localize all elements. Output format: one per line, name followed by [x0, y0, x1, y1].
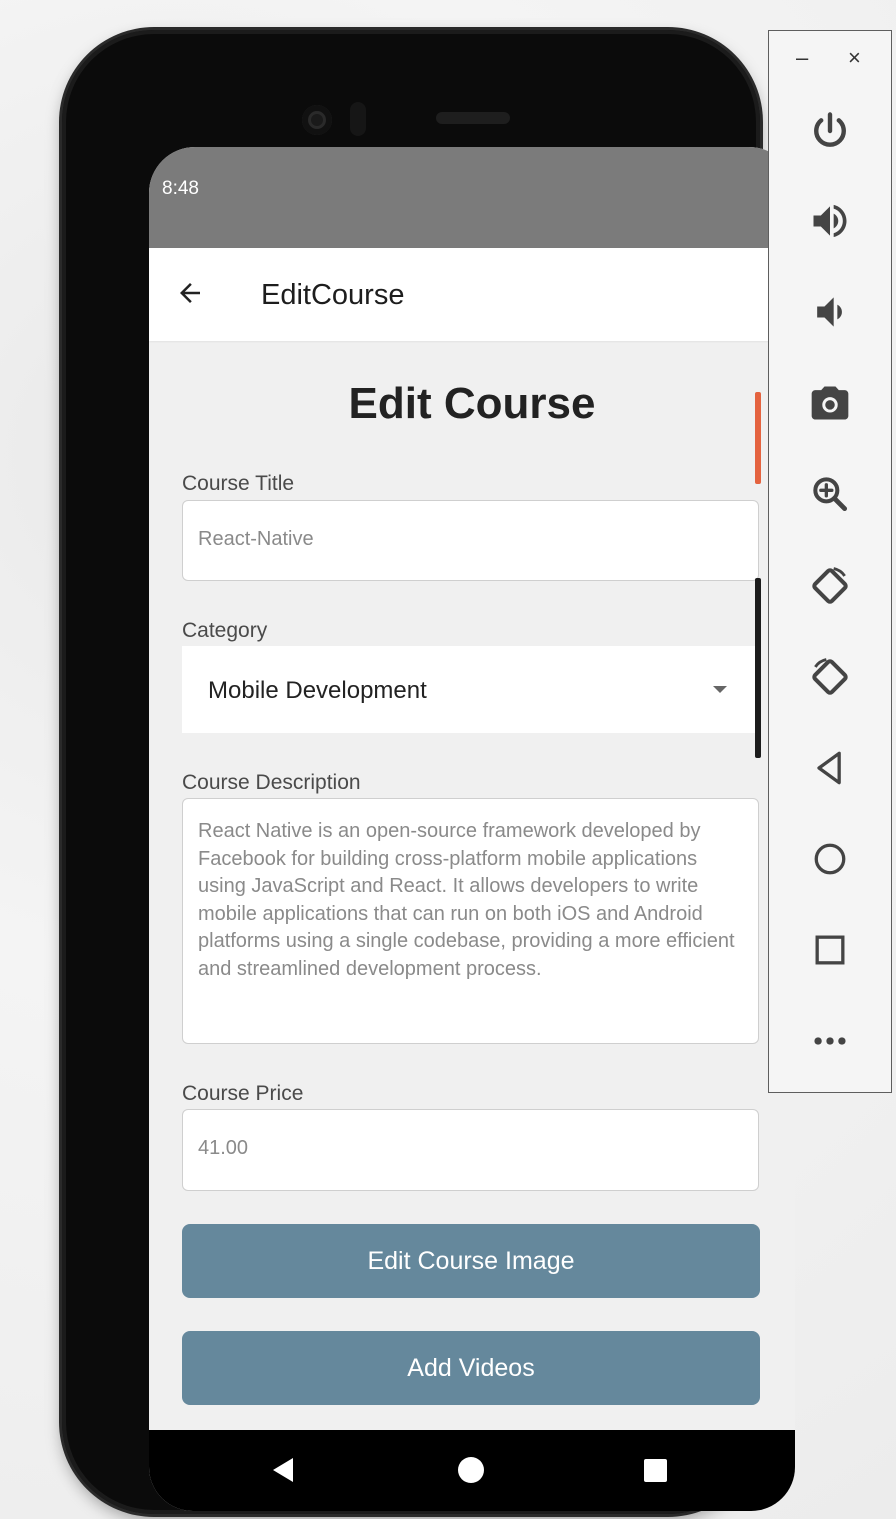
overview-icon: [815, 935, 845, 965]
screenshot-button[interactable]: [805, 378, 855, 428]
price-value: 41.00: [198, 1137, 249, 1159]
description-label: Course Description: [182, 771, 361, 794]
emulator-overview-button[interactable]: [805, 925, 855, 975]
volume-up-button[interactable]: [805, 196, 855, 246]
description-textarea[interactable]: React Native is an open-source framework…: [182, 798, 759, 1044]
emulator-more-button[interactable]: [805, 1016, 855, 1066]
volume-down-button[interactable]: [805, 287, 855, 337]
page-title: Edit Course: [348, 379, 596, 428]
app-header: EditCourse: [149, 248, 795, 341]
phone-side-button-lower: [755, 578, 761, 758]
front-camera: [302, 105, 332, 135]
zoom-icon: [813, 477, 848, 512]
rotate-right-button[interactable]: [805, 652, 855, 702]
emulator-back-button[interactable]: [805, 743, 855, 793]
emulator-toolbar: – ×: [768, 30, 892, 1093]
proximity-sensor: [350, 102, 366, 136]
course-title-input[interactable]: React-Native: [182, 500, 759, 581]
phone-screen: 8:48 EditCourse Edit Course Course Title…: [149, 147, 795, 1511]
volume-up-icon: [813, 204, 847, 238]
emulator-home-button[interactable]: [805, 834, 855, 884]
power-icon: [814, 112, 846, 147]
status-bar: 8:48: [149, 147, 795, 248]
rotate-left-icon: [812, 567, 848, 604]
close-button[interactable]: ×: [848, 45, 861, 71]
course-title-label: Course Title: [182, 472, 295, 495]
camera-icon: [811, 386, 849, 420]
header-title: EditCourse: [261, 279, 405, 311]
earpiece-speaker: [436, 112, 510, 124]
phone-side-button: [755, 392, 761, 484]
course-title-value: React-Native: [198, 528, 314, 550]
dropdown-arrow-icon: [713, 686, 727, 693]
home-icon: [814, 843, 846, 875]
category-select[interactable]: Mobile Development: [182, 646, 759, 733]
status-time: 8:48: [162, 178, 199, 199]
arrow-left-icon[interactable]: [175, 278, 205, 308]
phone-frame: 8:48 EditCourse Edit Course Course Title…: [62, 30, 795, 1514]
nav-back-icon[interactable]: [273, 1458, 293, 1482]
nav-recent-icon[interactable]: [644, 1459, 667, 1482]
zoom-button[interactable]: [805, 469, 855, 519]
more-icon: [814, 1037, 846, 1045]
minimize-button[interactable]: –: [796, 45, 808, 71]
volume-down-icon: [817, 297, 842, 327]
edit-course-image-button[interactable]: Edit Course Image: [182, 1224, 760, 1298]
rotate-right-icon: [812, 658, 848, 695]
android-nav-bar: [149, 1430, 795, 1511]
back-icon: [817, 751, 841, 785]
rotate-left-button[interactable]: [805, 561, 855, 611]
nav-home-icon[interactable]: [458, 1457, 484, 1483]
add-videos-button[interactable]: Add Videos: [182, 1331, 760, 1405]
category-label: Category: [182, 619, 268, 642]
category-selected-value: Mobile Development: [208, 677, 427, 704]
description-value: React Native is an open-source framework…: [198, 820, 735, 980]
power-button[interactable]: [805, 106, 855, 156]
price-label: Course Price: [182, 1082, 304, 1105]
price-input[interactable]: 41.00: [182, 1109, 759, 1191]
